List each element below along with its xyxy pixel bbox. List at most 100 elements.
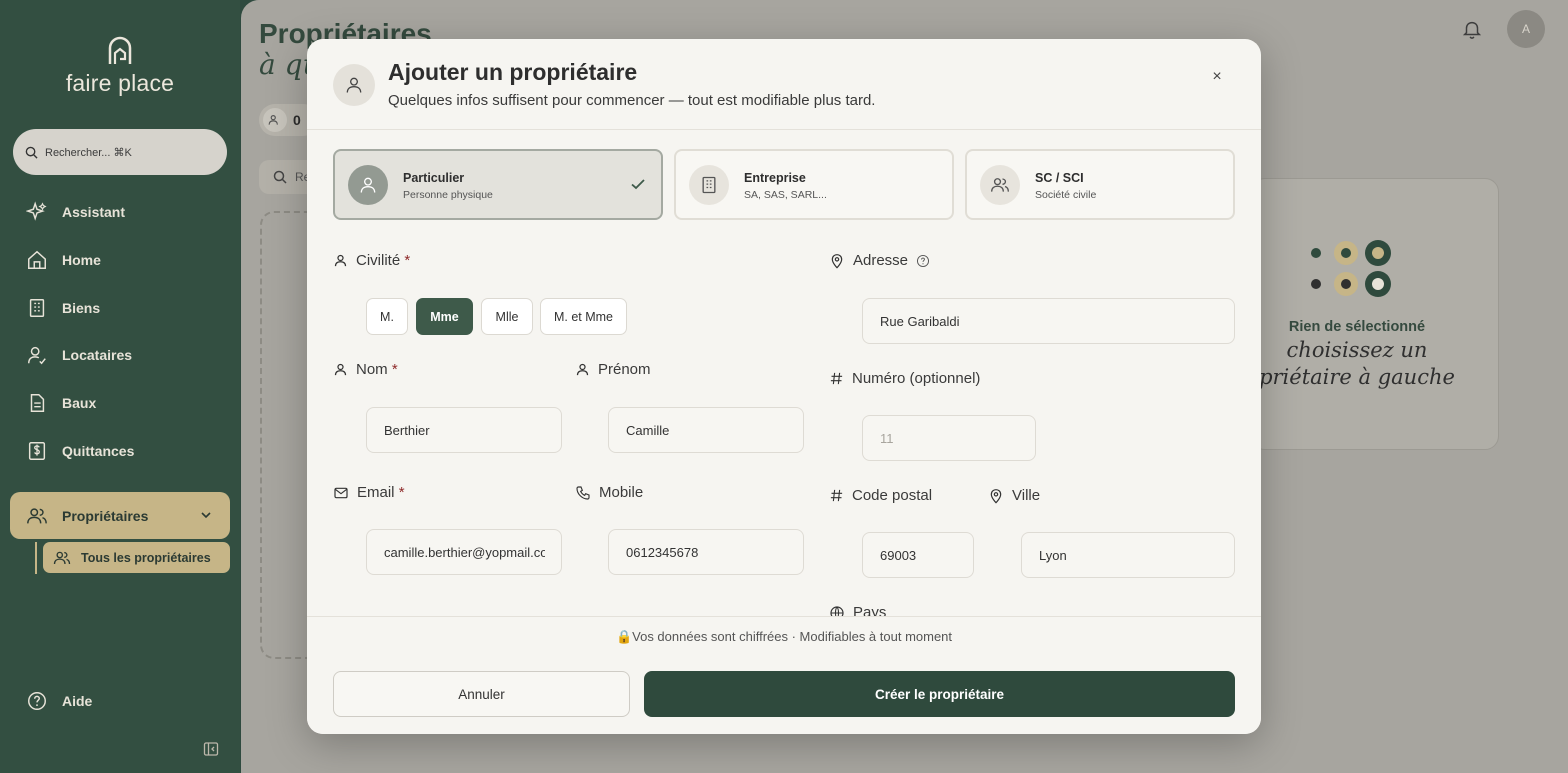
adresse-input[interactable]: Rue Garibaldi [862, 298, 1235, 344]
type-card-subtitle: Personne physique [403, 189, 493, 201]
email-label-text: Email [357, 484, 395, 501]
civilite-option-m[interactable]: M. [366, 298, 408, 335]
sidebar-search[interactable]: Rechercher... ⌘K [13, 129, 227, 175]
code-postal-value: 69003 [880, 547, 917, 563]
search-placeholder: Rechercher... ⌘K [45, 146, 132, 159]
ville-input[interactable]: Lyon [1021, 532, 1235, 578]
sidebar-item-home[interactable]: Home [26, 249, 101, 271]
close-button[interactable]: × [1207, 67, 1227, 87]
map-pin-icon [831, 253, 843, 269]
numero-label: Numéro (optionnel) [829, 370, 980, 387]
empty-state-card: Rien de sélectionné choisissez un priéta… [1251, 178, 1499, 450]
required-mark: * [391, 361, 398, 378]
prenom-label-text: Prénom [598, 361, 651, 378]
sidebar-item-proprietaires[interactable]: Propriétaires [10, 492, 230, 539]
prenom-label: Prénom [575, 361, 651, 378]
sidebar-item-label: Quittances [62, 443, 135, 459]
help-icon [28, 692, 46, 710]
sidebar-item-quittances[interactable]: Quittances [26, 440, 134, 462]
code-postal-label-text: Code postal [852, 487, 933, 504]
home-icon [28, 250, 46, 269]
civilite-option-mlle[interactable]: Mlle [481, 298, 533, 335]
numero-label-text: Numéro (optionnel) [852, 370, 981, 387]
security-note: 🔒Vos données sont chiffrées · Modifiable… [615, 629, 953, 644]
check-icon [631, 179, 645, 190]
nom-input[interactable]: Berthier [366, 407, 562, 453]
type-card-entreprise[interactable]: Entreprise SA, SAS, SARL... [674, 149, 954, 220]
modal-footer: 🔒Vos données sont chiffrées · Modifiable… [307, 616, 1261, 734]
sidebar-item-label: Biens [62, 300, 101, 316]
create-owner-button[interactable]: Créer le propriétaire [644, 671, 1235, 717]
help-link[interactable]: Aide [26, 690, 92, 712]
sidebar-item-label: Home [62, 252, 101, 268]
empty-state-hint-line: priétaire à gauche [1259, 365, 1455, 389]
nom-label-text: Nom [356, 361, 388, 378]
mobile-label-text: Mobile [599, 484, 644, 501]
dots-illustration-icon [1311, 240, 1391, 297]
users-icon [980, 165, 1020, 205]
mobile-label: Mobile [575, 484, 643, 501]
type-card-sci[interactable]: SC / SCI Société civile [965, 149, 1235, 220]
sidebar-item-label: Propriétaires [62, 507, 149, 524]
sidebar-subitem-tous-proprietaires[interactable]: Tous les propriétaires [43, 542, 230, 573]
adresse-label-text: Adresse [853, 252, 909, 269]
civilite-option-mme[interactable]: Mme [416, 298, 473, 335]
civilite-label-text: Civilité [356, 252, 401, 269]
mobile-value: 0612345678 [626, 544, 699, 560]
mobile-input[interactable]: 0612345678 [608, 529, 804, 575]
sidebar-item-biens[interactable]: Biens [26, 297, 100, 319]
user-icon [576, 363, 589, 376]
type-card-particulier[interactable]: Particulier Personne physique [333, 149, 663, 220]
email-label: Email * [333, 484, 405, 501]
sidebar-item-label: Baux [62, 395, 97, 411]
help-circle-icon[interactable] [916, 254, 930, 268]
empty-state-title: Rien de sélectionné [1288, 319, 1426, 335]
receipt-icon [28, 442, 46, 460]
empty-state-hint-line: choisissez un [1286, 338, 1428, 362]
ville-value: Lyon [1039, 547, 1067, 563]
users-icon [53, 551, 71, 564]
chevron-down-icon[interactable] [198, 507, 214, 523]
required-mark: * [398, 484, 405, 501]
numero-input[interactable]: 11 [862, 415, 1036, 461]
type-card-subtitle: Société civile [1035, 189, 1097, 201]
user-icon [348, 165, 388, 205]
adresse-value: Rue Garibaldi [880, 313, 960, 329]
user-avatar[interactable]: A [1507, 10, 1545, 48]
sidebar-item-locataires[interactable]: Locataires [26, 344, 132, 366]
prenom-input[interactable]: Camille [608, 407, 804, 453]
code-postal-input[interactable]: 69003 [862, 532, 974, 578]
sidebar-item-label: Assistant [62, 204, 126, 220]
bell-icon[interactable] [1461, 18, 1483, 40]
required-mark: * [404, 252, 411, 269]
email-input[interactable]: camille.berthier@yopmail.com [366, 529, 562, 575]
prenom-value: Camille [626, 422, 670, 438]
sidebar: faire place Rechercher... ⌘K Assistant H… [0, 0, 240, 773]
phone-icon [576, 485, 590, 500]
owner-count: 0 [293, 112, 301, 128]
civilite-option-m-et-mme[interactable]: M. et Mme [540, 298, 627, 335]
sidebar-item-assistant[interactable]: Assistant [26, 201, 125, 223]
submenu-line [35, 542, 37, 574]
logo[interactable]: faire place [60, 36, 180, 97]
collapse-sidebar-icon[interactable] [203, 741, 219, 757]
nom-value: Berthier [384, 422, 430, 438]
hash-icon [830, 489, 843, 502]
sidebar-item-baux[interactable]: Baux [26, 392, 96, 414]
modal-title: Ajouter un propriétaire [388, 59, 638, 85]
map-pin-icon [990, 488, 1002, 504]
modal-header: Ajouter un propriétaire Quelques infos s… [307, 39, 1261, 130]
sidebar-item-label: Locataires [62, 347, 133, 363]
type-card-title: Particulier [403, 171, 465, 185]
building-icon [29, 299, 45, 317]
ville-label: Ville [988, 487, 1040, 504]
search-icon [25, 146, 38, 159]
civilite-label: Civilité * [333, 252, 410, 269]
ville-label-text: Ville [1012, 487, 1041, 504]
hash-icon [830, 372, 843, 385]
user-icon [334, 363, 347, 376]
sidebar-subitem-label: Tous les propriétaires [81, 550, 211, 565]
cancel-button[interactable]: Annuler [333, 671, 630, 717]
mail-icon [334, 487, 348, 498]
code-postal-label: Code postal [829, 487, 932, 504]
